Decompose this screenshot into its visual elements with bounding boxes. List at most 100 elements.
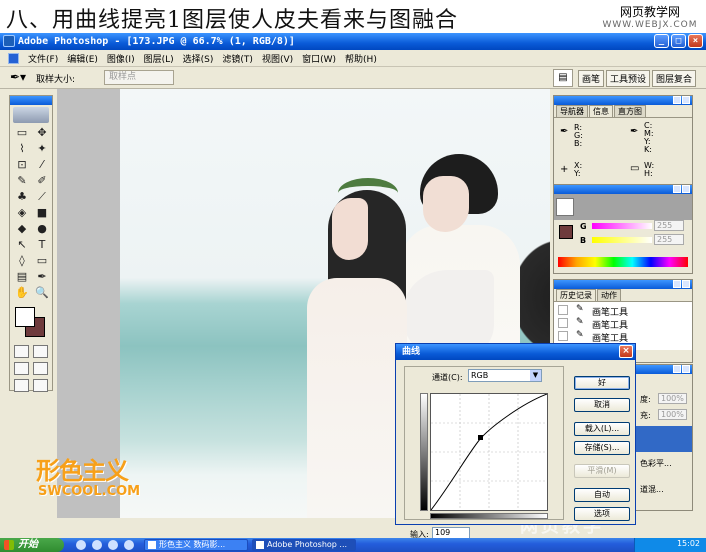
quick-launch-icon[interactable] <box>108 540 118 550</box>
maximize-button[interactable]: □ <box>671 34 686 48</box>
menu-image[interactable]: 图像(I) <box>107 52 135 65</box>
sample-size-select[interactable]: 取样点 <box>104 70 174 85</box>
ok-button[interactable]: 好 <box>574 376 630 390</box>
chevron-down-icon[interactable]: ▼ <box>530 370 541 381</box>
hand-tool-icon[interactable]: ✋ <box>13 285 31 301</box>
foreground-color-swatch[interactable] <box>15 307 35 327</box>
quick-launch-icon[interactable] <box>124 540 134 550</box>
tab-history[interactable]: 历史记录 <box>556 289 596 301</box>
shape-tool-icon[interactable]: ▭ <box>33 253 51 269</box>
gradient-tool-icon[interactable]: ■ <box>33 205 51 221</box>
smooth-button[interactable]: 平滑(M) <box>574 464 630 478</box>
clock[interactable]: 15:02 <box>677 539 700 548</box>
tab-tool-presets[interactable]: 工具预设 <box>606 70 651 87</box>
menu-help[interactable]: 帮助(H) <box>345 52 377 65</box>
opacity-value[interactable]: 100% <box>658 393 687 404</box>
clone-stamp-icon[interactable]: ♣ <box>13 189 31 205</box>
channel-select[interactable]: RGB ▼ <box>468 369 542 382</box>
history-brush-icon[interactable]: ⟋ <box>33 189 51 205</box>
info-panel-header[interactable] <box>554 96 692 105</box>
auto-button[interactable]: 自动 <box>574 488 630 502</box>
menu-filter[interactable]: 滤镜(T) <box>222 52 253 65</box>
dialog-close-icon[interactable]: × <box>619 345 633 358</box>
menu-layer[interactable]: 图层(L) <box>144 52 174 65</box>
healing-brush-icon[interactable]: ✎ <box>13 173 31 189</box>
history-snapshot-box[interactable] <box>558 318 568 328</box>
fill-value[interactable]: 100% <box>658 409 687 420</box>
close-button[interactable]: × <box>688 34 703 48</box>
menu-select[interactable]: 选择(S) <box>183 52 214 65</box>
menu-edit[interactable]: 编辑(E) <box>67 52 98 65</box>
panel-close-icon[interactable] <box>682 96 690 104</box>
slice-tool-icon[interactable]: ⁄ <box>33 157 51 173</box>
panel-minimize-icon[interactable] <box>673 185 681 193</box>
history-snapshot-box[interactable] <box>558 331 568 341</box>
type-tool-icon[interactable]: T <box>33 237 51 253</box>
notes-tool-icon[interactable]: ▤ <box>13 269 31 285</box>
save-button[interactable]: 存储(S)... <box>574 441 630 455</box>
blur-tool-icon[interactable]: ◆ <box>13 221 31 237</box>
panel-close-icon[interactable] <box>682 280 690 288</box>
quick-launch-icon[interactable] <box>92 540 102 550</box>
zoom-tool-icon[interactable]: 🔍 <box>33 285 51 301</box>
eraser-tool-icon[interactable]: ◈ <box>13 205 31 221</box>
minimize-button[interactable]: _ <box>654 34 669 48</box>
dodge-tool-icon[interactable]: ● <box>33 221 51 237</box>
taskbar-item-browser[interactable]: 形色主义 数码影... <box>144 539 248 551</box>
crop-tool-icon[interactable]: ⊡ <box>13 157 31 173</box>
brush-tool-icon[interactable]: ✐ <box>33 173 51 189</box>
blue-slider[interactable] <box>592 237 652 243</box>
document-menu-icon[interactable] <box>8 52 19 64</box>
history-item[interactable]: ✎ 画笔工具 <box>554 304 692 318</box>
tab-navigator[interactable]: 导航器 <box>556 105 588 117</box>
history-panel-header[interactable] <box>554 280 692 289</box>
jump-to-imageready[interactable] <box>14 379 29 392</box>
color-spectrum-bar[interactable] <box>558 257 688 267</box>
history-item[interactable]: ✎ 画笔工具 <box>554 317 692 331</box>
menu-file[interactable]: 文件(F) <box>28 52 58 65</box>
toolbox-header[interactable] <box>10 96 52 105</box>
eyedropper-tool-icon[interactable]: ✒ <box>33 269 51 285</box>
history-item[interactable]: ✎ 画笔工具 <box>554 330 692 344</box>
selected-layer-row[interactable] <box>636 426 692 452</box>
tab-layer-comps[interactable]: 图层复合 <box>652 70 697 87</box>
green-value[interactable]: 255 <box>654 220 684 231</box>
magic-wand-icon[interactable]: ✦ <box>33 141 51 157</box>
color-foreground-swatch[interactable] <box>556 198 574 216</box>
panel-minimize-icon[interactable] <box>673 365 681 373</box>
screen-mode-standard[interactable] <box>14 362 29 375</box>
taskbar-item-photoshop[interactable]: Adobe Photoshop ... <box>252 539 356 551</box>
green-slider[interactable] <box>592 223 652 229</box>
window-titlebar[interactable]: Adobe Photoshop - [173.JPG @ 66.7% (1, R… <box>0 33 706 50</box>
blue-value[interactable]: 255 <box>654 234 684 245</box>
marquee-tool-icon[interactable]: ▭ <box>13 125 31 141</box>
screen-mode-full[interactable] <box>33 362 48 375</box>
panel-minimize-icon[interactable] <box>673 280 681 288</box>
layer-color-balance[interactable]: 色彩平... <box>640 458 672 469</box>
curve-control-point[interactable] <box>478 435 483 440</box>
pen-tool-icon[interactable]: ◊ <box>13 253 31 269</box>
cancel-button[interactable]: 取消 <box>574 398 630 412</box>
tab-brushes[interactable]: 画笔 <box>578 70 605 87</box>
menu-window[interactable]: 窗口(W) <box>302 52 336 65</box>
panel-minimize-icon[interactable] <box>673 96 681 104</box>
panel-close-icon[interactable] <box>682 185 690 193</box>
curves-dialog-titlebar[interactable]: 曲线 × <box>396 344 635 360</box>
standard-mode-button[interactable] <box>14 345 29 358</box>
tab-actions[interactable]: 动作 <box>597 289 621 301</box>
layer-channel-mixer[interactable]: 道混... <box>640 484 664 495</box>
quick-mask-button[interactable] <box>33 345 48 358</box>
lasso-tool-icon[interactable]: ⌇ <box>13 141 31 157</box>
path-select-icon[interactable]: ↖ <box>13 237 31 253</box>
tab-info[interactable]: 信息 <box>589 105 613 117</box>
quick-launch-icon[interactable] <box>76 540 86 550</box>
options-button[interactable]: 选项 <box>574 507 630 521</box>
curve-graph[interactable] <box>430 393 548 511</box>
palette-well-icon[interactable]: ▤ <box>553 69 573 87</box>
color-panel-header[interactable] <box>554 185 692 194</box>
load-button[interactable]: 载入(L)... <box>574 422 630 436</box>
extra-tool-button[interactable] <box>33 379 48 392</box>
adobe-feather-icon[interactable] <box>13 107 49 123</box>
start-button[interactable]: 开始 <box>0 538 64 552</box>
move-tool-icon[interactable]: ✥ <box>33 125 51 141</box>
